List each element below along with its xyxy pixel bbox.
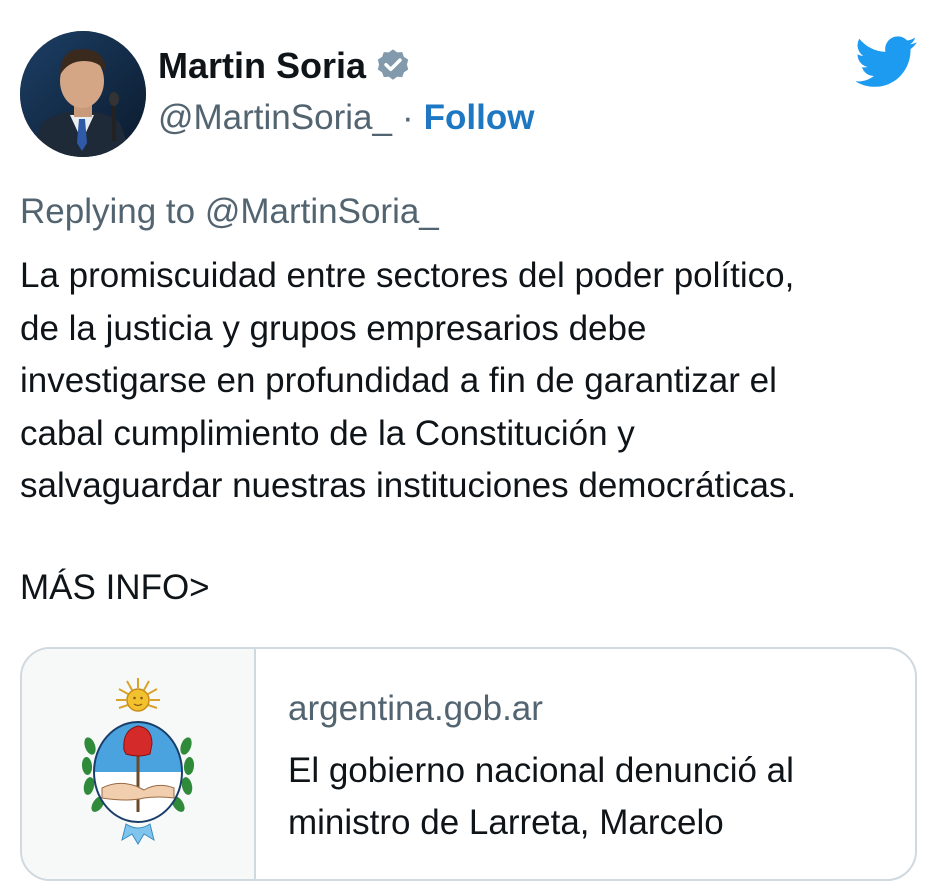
replying-to-label[interactable]: Replying to @MartinSoria_	[20, 190, 439, 234]
avatar[interactable]	[20, 31, 146, 157]
link-domain: argentina.gob.ar	[288, 689, 543, 728]
follow-button[interactable]: Follow	[424, 98, 535, 137]
link-thumbnail	[22, 649, 256, 879]
link-preview-card[interactable]: argentina.gob.ar El gobierno nacional de…	[20, 647, 917, 881]
link-title: El gobierno nacional denunció al ministr…	[288, 751, 794, 842]
tweet-card: Martin Soria @MartinSoria_ · Follow Replyi…	[0, 0, 947, 889]
avatar-photo	[20, 31, 146, 157]
handle-row: @MartinSoria_ · Follow	[158, 96, 534, 140]
separator-dot: ·	[401, 98, 414, 137]
author-handle[interactable]: @MartinSoria_	[158, 98, 392, 137]
more-info-text: MÁS INFO>	[20, 568, 210, 607]
verified-badge-icon	[374, 47, 412, 85]
author-name[interactable]: Martin Soria	[158, 44, 366, 88]
author-name-row[interactable]: Martin Soria	[158, 44, 412, 88]
twitter-bird-icon[interactable]	[854, 36, 918, 88]
argentina-coat-of-arms-icon	[78, 674, 198, 855]
tweet-text: La promiscuidad entre sectores del poder…	[20, 256, 797, 505]
